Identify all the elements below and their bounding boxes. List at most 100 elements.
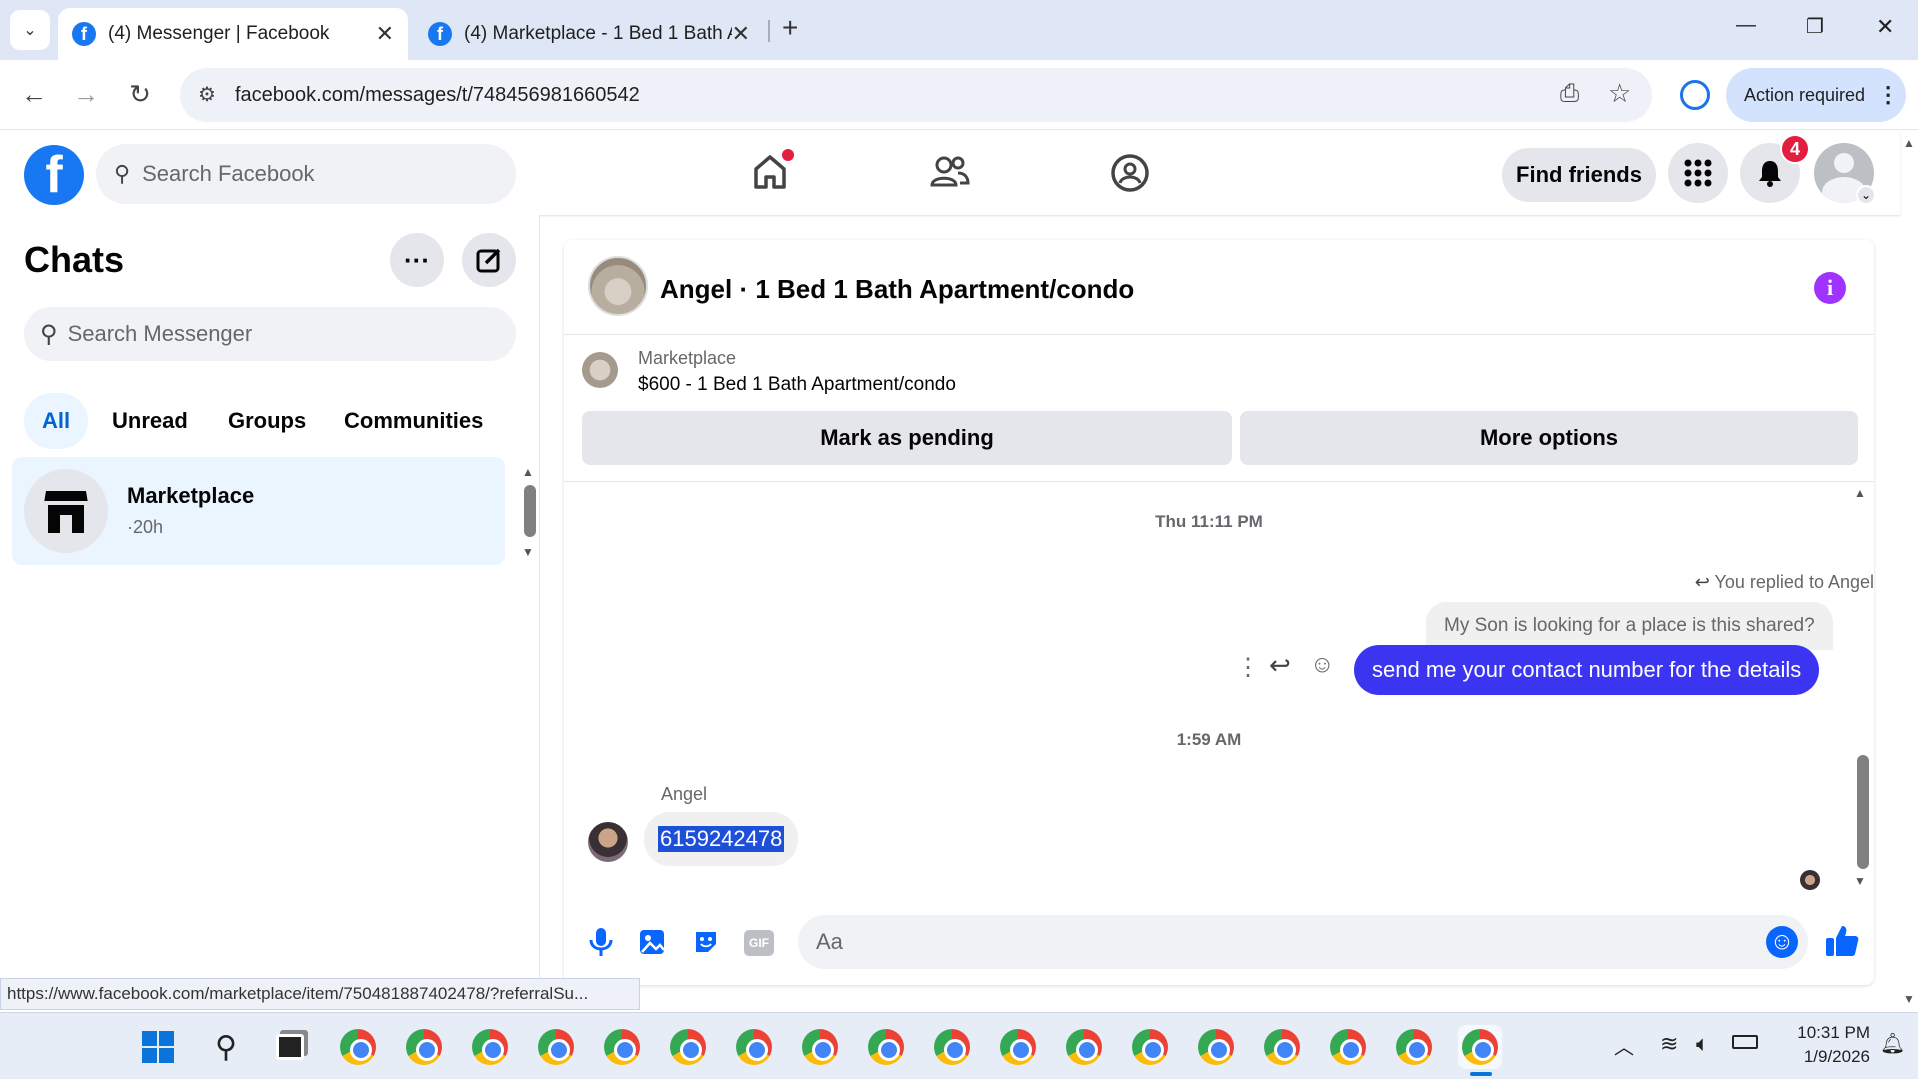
search-icon: ⚲ (40, 320, 58, 348)
microphone-icon[interactable] (588, 926, 614, 963)
compose-icon (476, 248, 501, 273)
received-message-text: 6159242478 (658, 826, 785, 852)
friends-icon[interactable] (928, 151, 972, 195)
chrome-app-icon-active[interactable] (1458, 1025, 1502, 1069)
conversation-title[interactable]: Angel · 1 Bed 1 Bath Apartment/condo (660, 274, 1134, 305)
install-app-icon[interactable]: ⎙ (1560, 80, 1579, 108)
address-bar[interactable]: ⚙ facebook.com/messages/t/74845698166054… (180, 68, 1652, 122)
chrome-app-icon[interactable] (996, 1025, 1040, 1069)
tab-search-button[interactable]: ⌄ (10, 10, 50, 50)
tab-messenger[interactable]: f (4) Messenger | Facebook ✕ (58, 8, 408, 60)
chrome-app-icon[interactable] (468, 1025, 512, 1069)
scroll-up-arrow[interactable]: ▲ (1854, 486, 1866, 500)
more-options-button[interactable]: More options (1240, 411, 1858, 465)
back-button[interactable]: ← (14, 74, 54, 114)
message-more-icon[interactable]: ⋮ (1236, 653, 1260, 682)
groups-icon[interactable] (1108, 151, 1152, 195)
windows-start-icon[interactable] (136, 1025, 180, 1069)
listing-thumbnail-avatar[interactable] (588, 256, 648, 316)
bookmark-star-icon[interactable]: ☆ (1608, 78, 1631, 109)
menu-dots-icon[interactable]: ⋮ (1877, 82, 1899, 108)
facebook-logo-icon[interactable]: f (24, 145, 84, 205)
page-scroll-up-arrow[interactable]: ▲ (1903, 136, 1915, 150)
new-message-button[interactable] (462, 233, 516, 287)
info-icon[interactable]: i (1814, 272, 1846, 304)
filter-communities[interactable]: Communities (326, 393, 501, 449)
scroll-up-arrow[interactable]: ▲ (522, 465, 534, 479)
chats-sidebar: Chats ··· ⚲ Search Messenger All Unread … (0, 215, 540, 1010)
chat-options-button[interactable]: ··· (390, 233, 444, 287)
action-required-button[interactable]: Action required ⋮ (1726, 68, 1906, 122)
search-icon[interactable]: ⚲ (204, 1025, 248, 1069)
menu-grid-button[interactable] (1668, 143, 1728, 203)
chrome-app-icon[interactable] (798, 1025, 842, 1069)
listing-title[interactable]: $600 - 1 Bed 1 Bath Apartment/condo (638, 374, 956, 396)
close-tab-icon[interactable]: ✕ (732, 21, 750, 47)
facebook-favicon-icon: f (72, 22, 96, 46)
conversation-scrollbar[interactable] (1857, 755, 1869, 869)
account-chevron-icon[interactable]: ⌄ (1856, 185, 1876, 205)
url-text: facebook.com/messages/t/748456981660542 (235, 83, 640, 106)
scroll-down-arrow[interactable]: ▼ (1854, 874, 1866, 888)
tab-marketplace[interactable]: f (4) Marketplace - 1 Bed 1 Bath A ✕ (414, 8, 764, 60)
chat-list-scrollbar[interactable] (524, 485, 536, 537)
chrome-app-icon[interactable] (666, 1025, 710, 1069)
minimize-button[interactable]: — (1736, 14, 1756, 37)
wifi-icon[interactable]: ≋ (1660, 1031, 1678, 1057)
received-message-bubble[interactable]: 6159242478 (644, 812, 799, 866)
sent-message-bubble[interactable]: send me your contact number for the deta… (1354, 645, 1820, 695)
chrome-app-icon[interactable] (402, 1025, 446, 1069)
reply-icon[interactable]: ↩ (1269, 650, 1291, 681)
chrome-app-icon[interactable] (1260, 1025, 1304, 1069)
forward-button[interactable]: → (66, 74, 106, 114)
site-info-icon[interactable]: ⚙ (198, 82, 216, 107)
find-friends-button[interactable]: Find friends (1502, 148, 1656, 202)
chrome-app-icon[interactable] (1062, 1025, 1106, 1069)
new-tab-button[interactable]: + (782, 12, 798, 44)
chrome-app-icon[interactable] (1128, 1025, 1172, 1069)
facebook-search-input[interactable]: ⚲ Search Facebook (96, 144, 516, 204)
chrome-app-icon[interactable] (864, 1025, 908, 1069)
messenger-search-input[interactable]: ⚲ Search Messenger (24, 307, 516, 361)
chrome-app-icon[interactable] (1326, 1025, 1370, 1069)
grid-icon (1684, 159, 1712, 187)
chat-list-item[interactable]: Marketplace ·20h (12, 457, 505, 565)
listing-thumbnail[interactable] (582, 352, 618, 388)
emoji-icon[interactable]: ☺ (1766, 926, 1798, 958)
gif-icon[interactable]: GIF (744, 930, 774, 956)
volume-icon[interactable]: 🔈︎ (1696, 1031, 1709, 1057)
system-tray-chevron-icon[interactable]: ︿ (1614, 1031, 1634, 1060)
chrome-app-icon[interactable] (1392, 1025, 1436, 1069)
battery-icon[interactable] (1732, 1035, 1758, 1049)
close-tab-icon[interactable]: ✕ (376, 21, 394, 47)
notifications-bell-icon[interactable]: 🔔︎ (1880, 1031, 1905, 1056)
sender-avatar[interactable] (588, 822, 628, 862)
filter-unread[interactable]: Unread (94, 393, 206, 449)
page-scroll-down-arrow[interactable]: ▼ (1903, 992, 1915, 1006)
sticker-icon[interactable] (692, 928, 720, 961)
chrome-app-icon[interactable] (336, 1025, 380, 1069)
chrome-app-icon[interactable] (600, 1025, 644, 1069)
mark-as-pending-button[interactable]: Mark as pending (582, 411, 1232, 465)
message-input[interactable]: Aa ☺ (798, 915, 1808, 969)
clock[interactable]: 10:31 PM 1/9/2026 (1770, 1021, 1870, 1069)
like-thumb-icon[interactable] (1824, 924, 1860, 963)
chrome-app-icon[interactable] (1194, 1025, 1238, 1069)
profile-icon[interactable] (1680, 80, 1710, 110)
chrome-app-icon[interactable] (732, 1025, 776, 1069)
close-window-button[interactable]: ✕ (1876, 14, 1894, 40)
quoted-message-bubble[interactable]: My Son is looking for a place is this sh… (1426, 602, 1833, 650)
restore-button[interactable]: ❐ (1806, 14, 1824, 39)
task-view-icon[interactable] (268, 1025, 312, 1069)
reload-button[interactable]: ↻ (120, 74, 160, 114)
conversation-header: Angel · 1 Bed 1 Bath Apartment/condo i (564, 240, 1874, 335)
scroll-down-arrow[interactable]: ▼ (522, 545, 534, 559)
chrome-app-icon[interactable] (534, 1025, 578, 1069)
filter-groups[interactable]: Groups (210, 393, 324, 449)
chrome-app-icon[interactable] (930, 1025, 974, 1069)
filter-all[interactable]: All (24, 393, 89, 449)
message-placeholder: Aa (816, 929, 843, 954)
photo-icon[interactable] (638, 928, 668, 961)
react-emoji-icon[interactable]: ☺ (1310, 651, 1335, 679)
home-icon[interactable] (748, 149, 794, 193)
